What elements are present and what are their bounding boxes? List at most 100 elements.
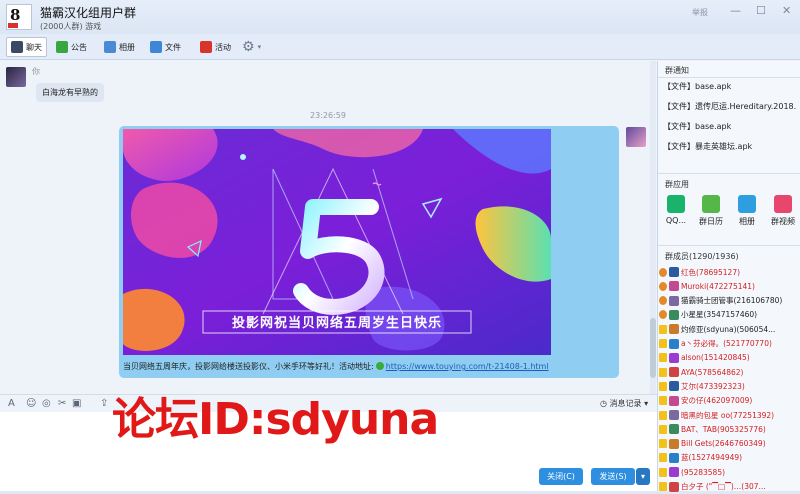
- member-avatar: [669, 438, 679, 449]
- member-avatar: [669, 381, 679, 392]
- my-avatar[interactable]: [626, 127, 646, 147]
- photo-icon: [738, 195, 756, 213]
- phone-icon: [667, 195, 685, 213]
- member-row[interactable]: 蓝(1527494949): [659, 451, 797, 465]
- group-subtitle: (2000人群) 游戏: [40, 22, 102, 31]
- message-bubble[interactable]: 白海龙有早熟的: [36, 83, 104, 102]
- member-row[interactable]: 白夕子 ("▔□▔)…(307...: [659, 480, 797, 494]
- close-window-button[interactable]: ✕: [782, 4, 791, 17]
- member-row[interactable]: 灼修亚(sdyuna)(506054...: [659, 322, 797, 336]
- group-avatar[interactable]: 8: [6, 4, 32, 30]
- app-qq[interactable]: QQ...: [661, 195, 691, 225]
- admin-icon: [659, 281, 667, 291]
- image-message-bubble[interactable]: 投影网祝当贝网络五周岁生日快乐 当贝网络五周年庆，投影网给楼送投影仪、小米手环等…: [119, 126, 619, 378]
- member-row[interactable]: 猫霸骑士团管事(216106780): [659, 294, 797, 308]
- star-icon: [659, 482, 667, 491]
- member-row[interactable]: 小星星(3547157460): [659, 308, 797, 322]
- red-flag-icon: [200, 41, 212, 53]
- app-label: 群日历: [699, 217, 723, 226]
- notice-section-title: 群通知: [665, 66, 689, 75]
- tab-activity[interactable]: 活动: [200, 37, 231, 57]
- member-row[interactable]: 暗黑的包星 oo(77251392): [659, 408, 797, 422]
- group-side-panel: 群通知 【文件】base.apk 【文件】遗传厄运.Hereditary.201…: [657, 61, 800, 494]
- video-icon: [774, 195, 792, 213]
- font-icon[interactable]: A: [8, 398, 15, 409]
- member-name: (95283585): [681, 467, 726, 477]
- message-timestamp: 23:26:59: [310, 111, 346, 120]
- activity-link[interactable]: https://www.touying.com/t-21408-1.html: [386, 362, 549, 371]
- member-row[interactable]: AYA(578564862): [659, 365, 797, 379]
- divider: [658, 245, 800, 246]
- file-notice-item[interactable]: 【文件】遗传厄运.Hereditary.2018.1080p...: [663, 101, 797, 112]
- upload-icon[interactable]: ⇪: [100, 398, 108, 409]
- sender-avatar[interactable]: [6, 67, 26, 87]
- admin-icon: [659, 310, 667, 320]
- admin-icon: [659, 267, 667, 277]
- gift-icon[interactable]: ◎: [42, 398, 51, 409]
- send-options-chevron-icon[interactable]: ▾: [636, 468, 650, 485]
- screenshot-icon[interactable]: ✂: [58, 398, 66, 409]
- qq-group-chat-window: 8 猫霸汉化组用户群 (2000人群) 游戏 举报 — ☐ ✕ 聊天 公告 相册…: [0, 0, 800, 494]
- message-history-button[interactable]: ◷ 消息记录 ▾: [600, 398, 648, 409]
- member-name: 蓝(1527494949): [681, 453, 743, 463]
- star-icon: [659, 353, 667, 363]
- app-video[interactable]: 群视频: [768, 195, 798, 227]
- star-icon: [659, 467, 667, 477]
- maximize-button[interactable]: ☐: [756, 4, 766, 17]
- close-button[interactable]: 关闭(C): [539, 468, 583, 485]
- member-name: 暗黑的包星 oo(77251392): [681, 410, 775, 420]
- member-name: 灼修亚(sdyuna)(506054...: [681, 324, 776, 334]
- app-calendar[interactable]: 群日历: [696, 195, 726, 227]
- tab-chat[interactable]: 聊天: [6, 37, 47, 57]
- report-link[interactable]: 举报: [692, 7, 708, 18]
- chat-scrollbar-thumb[interactable]: [650, 318, 656, 378]
- tab-album[interactable]: 相册: [104, 37, 135, 57]
- file-notice-item[interactable]: 【文件】暴走英雄坛.apk: [663, 141, 797, 152]
- app-album[interactable]: 相册: [732, 195, 762, 227]
- member-avatar: [669, 424, 679, 435]
- member-row[interactable]: alson(151420845): [659, 351, 797, 365]
- star-icon: [659, 453, 667, 463]
- member-avatar: [669, 395, 679, 406]
- member-row[interactable]: (95283585): [659, 465, 797, 479]
- star-icon: [659, 367, 667, 377]
- member-row[interactable]: BAT、TAB(905325776): [659, 422, 797, 436]
- divider: [658, 173, 800, 174]
- tab-notice[interactable]: 公告: [56, 37, 87, 57]
- send-button[interactable]: 发送(S): [591, 468, 635, 485]
- settings-gear-icon[interactable]: ⚙ ▾: [242, 37, 261, 57]
- member-name: a丶芬必得。(521770770): [681, 339, 772, 348]
- emoji-icon[interactable]: ☺: [26, 398, 36, 409]
- member-row[interactable]: a丶芬必得。(521770770): [659, 337, 797, 351]
- member-avatar: [669, 267, 679, 277]
- verified-icon: [375, 362, 384, 370]
- anniversary-banner-image[interactable]: 投影网祝当贝网络五周岁生日快乐: [123, 129, 551, 355]
- group-title[interactable]: 猫霸汉化组用户群: [40, 4, 136, 21]
- member-name: Muroki(472275141): [681, 281, 755, 291]
- tab-files[interactable]: 文件: [150, 37, 181, 57]
- file-notice-item[interactable]: 【文件】base.apk: [663, 81, 797, 92]
- file-notice-item[interactable]: 【文件】base.apk: [663, 121, 797, 132]
- sender-name: 你: [32, 67, 40, 76]
- calendar-icon: [702, 195, 720, 213]
- star-icon: [659, 339, 667, 348]
- photo-icon: [104, 41, 116, 53]
- divider: [658, 77, 800, 78]
- app-label: 相册: [739, 217, 755, 226]
- minimize-button[interactable]: —: [730, 4, 741, 17]
- member-name: AYA(578564862): [681, 367, 744, 377]
- history-label: 消息记录: [609, 399, 642, 408]
- member-row[interactable]: Bill Gets(2646760349): [659, 437, 797, 451]
- chat-messages: 你 白海龙有早熟的 23:26:59 投影网祝当贝网络五周岁生日快乐 当贝网络五…: [0, 61, 648, 394]
- member-avatar: [669, 281, 679, 292]
- image-icon[interactable]: ▣: [72, 398, 81, 409]
- member-name: 红色(78695127): [681, 267, 741, 277]
- members-section-title: 群成员(1290/1936): [665, 252, 739, 261]
- member-avatar: [669, 467, 679, 478]
- member-row[interactable]: 艾尔(473392323): [659, 379, 797, 393]
- member-row[interactable]: Muroki(472275141): [659, 279, 797, 293]
- member-name: alson(151420845): [681, 353, 750, 363]
- star-icon: [659, 439, 667, 449]
- member-row[interactable]: 红色(78695127): [659, 265, 797, 279]
- member-row[interactable]: 安の仔(462097009): [659, 394, 797, 408]
